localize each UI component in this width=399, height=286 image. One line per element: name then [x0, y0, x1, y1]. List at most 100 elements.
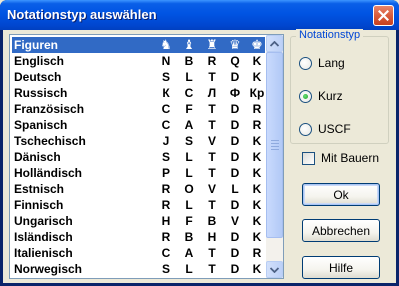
piece-letter: R — [252, 246, 262, 260]
language-name: Estnisch — [14, 182, 65, 196]
piece-letter: A — [184, 246, 194, 260]
radio-lang[interactable]: Lang — [299, 55, 345, 71]
bishop-icon: ♝ — [183, 37, 195, 52]
piece-letter: R — [161, 230, 171, 244]
scroll-down-arrow-icon — [270, 266, 279, 273]
piece-letter: B — [184, 54, 194, 68]
abbrechen-button[interactable]: Abbrechen — [302, 219, 380, 242]
piece-letter: K — [252, 182, 262, 196]
piece-letter: K — [252, 230, 262, 244]
vertical-scrollbar[interactable] — [266, 35, 283, 278]
piece-letter: T — [208, 246, 216, 260]
radio-circle — [299, 122, 312, 136]
scroll-thumb[interactable] — [266, 52, 283, 238]
list-header-row[interactable]: Figuren ♞ ♝ ♜ ♛ ♚ — [12, 37, 265, 53]
piece-letter: V — [230, 214, 239, 228]
piece-letter: L — [185, 262, 193, 276]
piece-letter: T — [208, 262, 216, 276]
piece-letter: L — [185, 166, 193, 180]
list-item[interactable]: Spanisch C A T D R — [12, 117, 265, 133]
list-item[interactable]: Norwegisch S L T D K — [12, 261, 265, 277]
list-item[interactable]: Estnisch R O V L K — [12, 181, 265, 197]
hilfe-button[interactable]: Hilfe — [302, 256, 380, 279]
list-item[interactable]: Russisch К С Л Ф Кр — [12, 85, 265, 101]
piece-letter: K — [252, 214, 262, 228]
list-item[interactable]: Italienisch C A T D R — [12, 245, 265, 261]
piece-letter: D — [230, 102, 240, 116]
notation-listbox[interactable]: Figuren ♞ ♝ ♜ ♛ ♚ Englisch N B R Q K Deutsch S L… — [9, 34, 284, 279]
piece-letter: L — [231, 182, 239, 196]
piece-letter: S — [161, 70, 170, 84]
grip-line — [271, 149, 279, 150]
piece-letter: R — [252, 102, 262, 116]
scroll-up-button[interactable] — [266, 35, 283, 52]
piece-letter: C — [161, 246, 171, 260]
piece-letter: H — [161, 214, 171, 228]
list-item[interactable]: Finnisch R L T D K — [12, 197, 265, 213]
checkbox-label: Mit Bauern — [321, 151, 380, 165]
mit-bauern-checkbox[interactable]: Mit Bauern — [302, 151, 379, 165]
ok-button[interactable]: Ok — [302, 183, 380, 206]
language-name: Finnisch — [14, 198, 64, 212]
piece-letter: B — [184, 230, 194, 244]
piece-letter: T — [208, 70, 216, 84]
piece-letter: С — [184, 86, 194, 100]
piece-letter: R — [161, 182, 171, 196]
scroll-down-button[interactable] — [266, 261, 283, 278]
grip-line — [271, 143, 279, 144]
checkbox-box — [302, 151, 315, 165]
piece-letter: C — [161, 102, 171, 116]
king-icon: ♚ — [251, 37, 263, 52]
list-item[interactable]: Tschechisch J S V D K — [12, 133, 265, 149]
list-item[interactable]: Ungarisch H F B V K — [12, 213, 265, 229]
queen-icon: ♛ — [229, 37, 241, 52]
piece-letter: T — [208, 166, 216, 180]
piece-letter: L — [185, 70, 193, 84]
language-name: Ungarisch — [14, 214, 73, 228]
close-button[interactable] — [373, 5, 394, 26]
piece-letter: L — [185, 150, 193, 164]
piece-letter: D — [230, 230, 240, 244]
list-header-label: Figuren — [14, 38, 58, 52]
list-item[interactable]: Englisch N B R Q K — [12, 53, 265, 69]
radio-kurz[interactable]: Kurz — [299, 88, 343, 104]
list-item[interactable]: Deutsch S L T D K — [12, 69, 265, 85]
piece-letter: Кр — [249, 86, 265, 100]
radio-uscf[interactable]: USCF — [299, 121, 351, 137]
piece-letter: D — [230, 70, 240, 84]
scroll-up-arrow-icon — [270, 40, 279, 47]
list-item[interactable]: Holländisch P L T D K — [12, 165, 265, 181]
language-name: Italienisch — [14, 246, 73, 260]
list-item[interactable]: Französisch C F T D R — [12, 101, 265, 117]
language-name: Spanisch — [14, 118, 68, 132]
piece-letter: K — [252, 54, 262, 68]
piece-letter: K — [252, 150, 262, 164]
radio-circle — [299, 56, 312, 70]
close-icon — [378, 10, 389, 21]
piece-letter: Л — [207, 86, 217, 100]
piece-letter: V — [207, 134, 216, 148]
language-name: Holländisch — [14, 166, 83, 180]
radio-selected-dot — [303, 93, 308, 99]
list-item[interactable]: Dänisch S L T D K — [12, 149, 265, 165]
piece-letter: N — [161, 54, 171, 68]
language-name: Isländisch — [14, 230, 73, 244]
piece-letter: K — [252, 70, 262, 84]
window-title: Notationstyp auswählen — [7, 7, 157, 22]
radio-label: USCF — [318, 122, 351, 136]
piece-letter: P — [161, 166, 170, 180]
piece-letter: F — [185, 214, 193, 228]
title-bar[interactable]: Notationstyp auswählen — [0, 0, 399, 30]
piece-letter: K — [252, 198, 262, 212]
piece-letter: T — [208, 150, 216, 164]
piece-letter: O — [184, 182, 194, 196]
rook-icon: ♜ — [206, 37, 218, 52]
list-item[interactable]: Isländisch R B H D K — [12, 229, 265, 245]
piece-letter: R — [252, 118, 262, 132]
language-name: Dänisch — [14, 150, 61, 164]
piece-letter: К — [162, 86, 170, 100]
radio-circle — [299, 89, 312, 103]
group-label: Notationstyp — [296, 29, 364, 41]
piece-letter: D — [230, 198, 240, 212]
piece-letter: T — [208, 102, 216, 116]
